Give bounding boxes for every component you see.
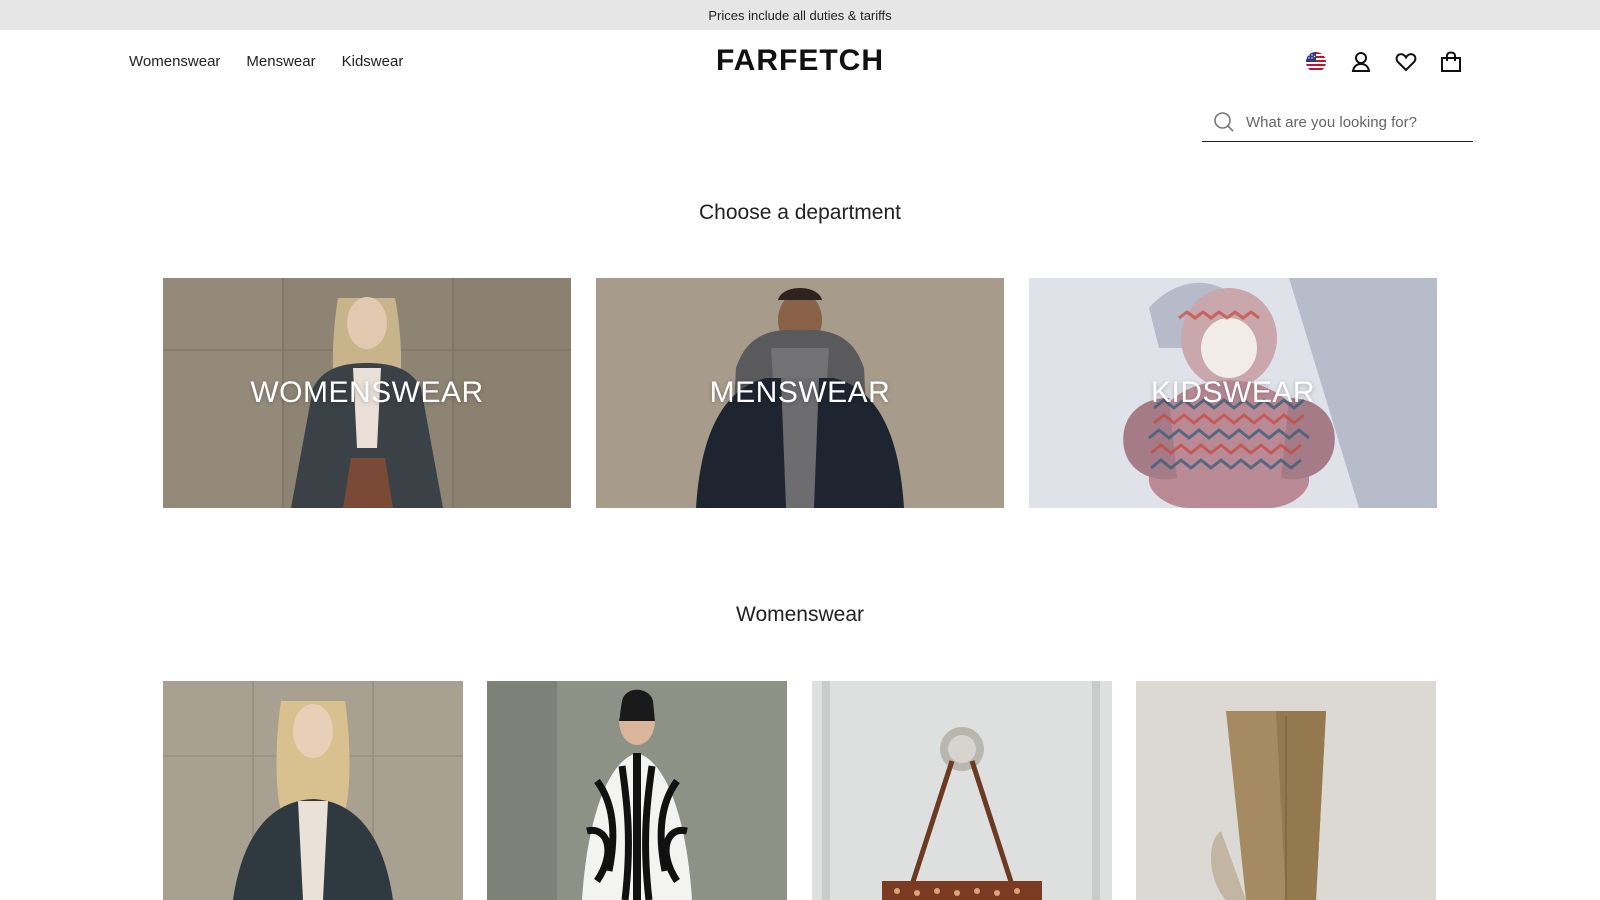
dept-label-menswear: MENSWEAR (709, 376, 891, 409)
womenswear-tile-2[interactable] (487, 681, 787, 900)
search-input[interactable] (1246, 113, 1466, 131)
womenswear-tile-1[interactable] (163, 681, 463, 900)
womenswear-tile-3[interactable] (812, 681, 1112, 900)
search-bar (1202, 103, 1473, 142)
womenswear-heading: Womenswear (736, 603, 864, 626)
dept-label-kidswear: KIDSWEAR (1150, 376, 1316, 409)
site-header: Womenswear Menswear Kidswear FARFETCH (0, 30, 1600, 100)
promo-text: Prices include all duties & tariffs (708, 7, 892, 23)
search-icon[interactable] (1213, 111, 1235, 133)
promo-bar: Prices include all duties & tariffs (0, 0, 1600, 30)
department-heading: Choose a department (699, 201, 901, 224)
womenswear-tile-3-image (812, 681, 1112, 900)
dept-card-menswear[interactable]: MENSWEAR (596, 278, 1004, 508)
account-icon[interactable] (1350, 50, 1372, 74)
womenswear-tile-2-image (487, 681, 787, 900)
womenswear-tile-4-image (1136, 681, 1436, 900)
us-flag-icon[interactable] (1305, 50, 1327, 74)
womenswear-tile-1-image (163, 681, 463, 900)
dept-card-kidswear[interactable]: KIDSWEAR (1029, 278, 1437, 508)
womenswear-tile-4[interactable] (1136, 681, 1436, 900)
header-icons (1305, 50, 1462, 74)
shopping-bag-icon[interactable] (1440, 50, 1462, 74)
dept-label-womenswear: WOMENSWEAR (250, 376, 484, 409)
dept-card-womenswear[interactable]: WOMENSWEAR (163, 278, 571, 508)
wishlist-heart-icon[interactable] (1395, 50, 1417, 74)
